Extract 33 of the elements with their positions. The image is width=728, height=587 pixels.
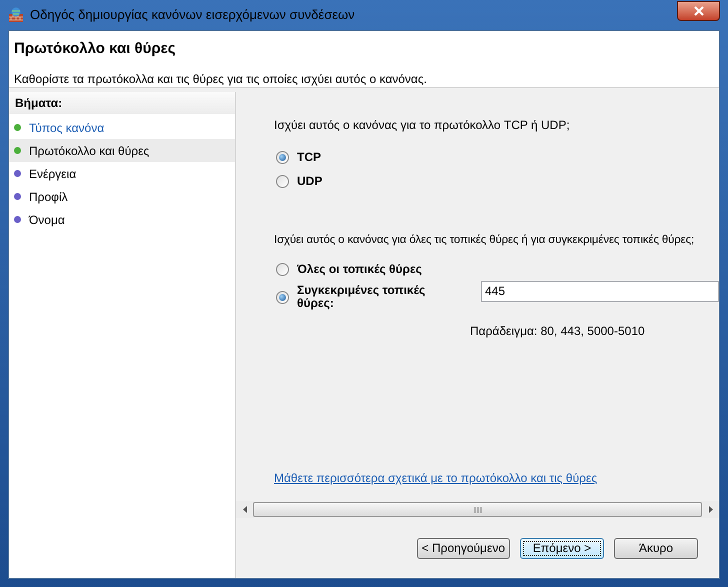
step-item[interactable]: Προφίλ xyxy=(9,185,235,208)
close-icon xyxy=(694,6,704,16)
window-title: Οδηγός δημιουργίας κανόνων εισερχόμενων συνδέσεων xyxy=(30,6,355,24)
ports-question: Ισχύει αυτός ο κανόνας για όλες τις τοπικές θύρες ή για συγκεκριμένες τοπικές θύρες; xyxy=(274,233,694,248)
steps-header: Βήματα: xyxy=(9,92,235,114)
radio-label: TCP xyxy=(297,149,321,166)
protocol-question: Ισχύει αυτός ο κανόνας για το πρωτόκολλο TCP ή UDP; xyxy=(274,117,571,134)
radio-button[interactable] xyxy=(276,263,289,276)
wizard-button[interactable]: < Προηγούμενο xyxy=(416,538,510,558)
step-item[interactable]: Όνομα xyxy=(9,208,235,231)
wizard-button[interactable]: Άκυρο xyxy=(614,538,698,558)
scroll-right-icon[interactable] xyxy=(708,506,712,513)
firewall-icon xyxy=(8,7,24,23)
radio-button[interactable] xyxy=(276,150,289,164)
grip-icon xyxy=(474,506,482,512)
scrollbar-thumb[interactable] xyxy=(253,502,702,517)
step-item[interactable]: Πρωτόκολλο και θύρες xyxy=(9,139,235,162)
radio-label: Όλες οι τοπικές θύρες xyxy=(297,263,423,276)
page-heading: Πρωτόκολλο και θύρες xyxy=(14,39,177,59)
step-item[interactable]: Τύπος κανόνα xyxy=(9,116,235,139)
scroll-left-icon[interactable] xyxy=(242,506,246,513)
ports-example: Παράδειγμα: 80, 443, 5000-5010 xyxy=(470,323,646,340)
radio-button[interactable] xyxy=(276,174,289,188)
radio-button[interactable] xyxy=(276,290,289,304)
page-description: Καθορίστε τα πρωτόκολλα και τις θύρες για τις οποίες ισχύει αυτός ο κανόνας. xyxy=(14,70,428,88)
radio-label: Συγκεκριμένες τοπικές θύρες: xyxy=(297,284,426,310)
step-item[interactable]: Ενέργεια xyxy=(9,162,235,185)
horizontal-scrollbar[interactable] xyxy=(236,501,719,518)
wizard-button[interactable]: Επόμενο > xyxy=(520,538,604,558)
learn-more-link[interactable]: Μάθετε περισσότερα σχετικά με το πρωτόκολλο και τις θύρες xyxy=(274,469,719,487)
ports-input-field[interactable]: 445 xyxy=(481,280,719,302)
close-button[interactable] xyxy=(677,1,720,21)
radio-label: UDP xyxy=(297,173,322,190)
